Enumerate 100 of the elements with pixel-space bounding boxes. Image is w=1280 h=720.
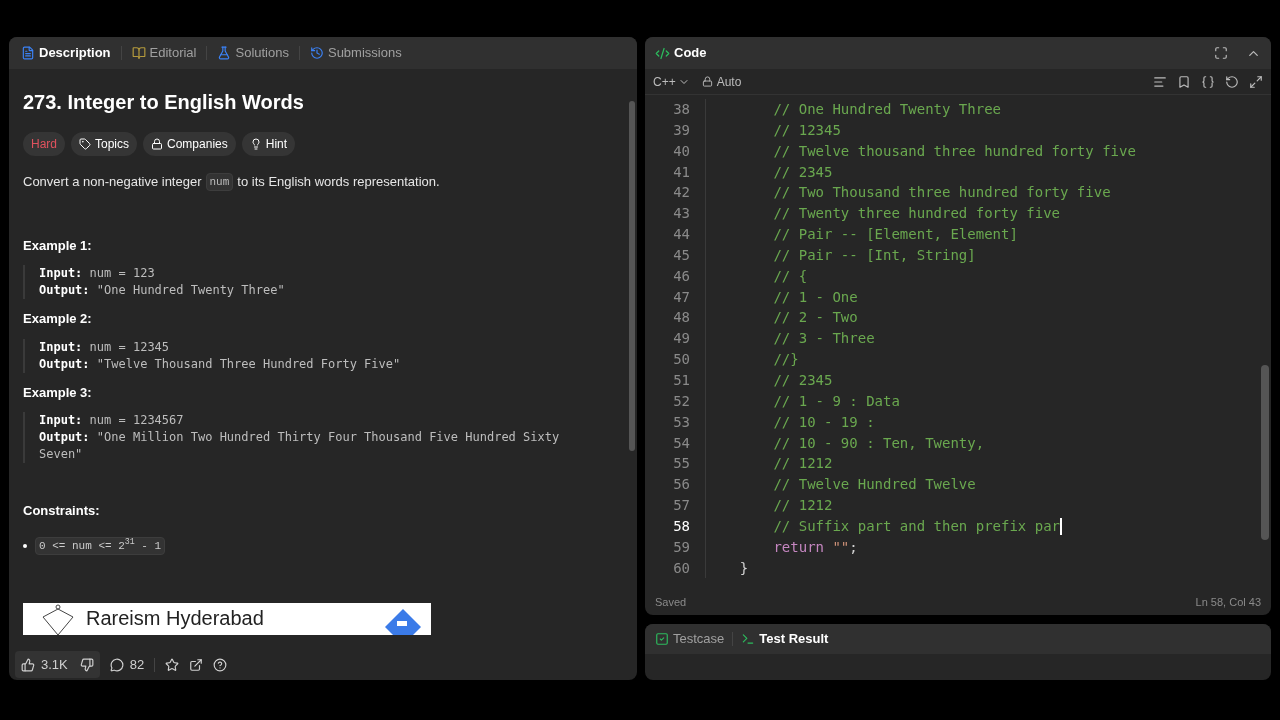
external-link-icon (189, 657, 204, 672)
line-number: 60 (672, 558, 690, 578)
line-number: 59 (672, 537, 690, 557)
braces-button[interactable] (1201, 74, 1215, 89)
code-line: // 1 - One (772, 287, 858, 307)
line-number: 47 (672, 287, 690, 307)
line-number: 57 (672, 496, 690, 516)
comment-icon (109, 657, 124, 672)
line-number: 44 (672, 225, 690, 245)
line-number: 41 (672, 162, 690, 182)
language-select[interactable]: C++ (653, 72, 690, 91)
tag-button[interactable]: Companies (143, 132, 236, 156)
bullet-icon (23, 543, 27, 548)
panel-title: Code (674, 44, 707, 63)
code-line: // Suffix part and then prefix par (772, 516, 1062, 537)
line-number: 45 (672, 245, 690, 265)
history-icon (309, 46, 324, 60)
line-number: 53 (672, 412, 690, 432)
line-number: 42 (672, 183, 690, 203)
ad-title: Rareism Hyderabad (86, 606, 264, 630)
code-line: // 12345 (772, 120, 841, 140)
help-icon (213, 657, 228, 672)
line-number: 49 (672, 329, 690, 349)
code-line: // 2 - Two (772, 308, 858, 328)
code-line: // 10 - 19 : (772, 412, 875, 432)
example-input-text: Input: num = 1234567 (39, 412, 184, 429)
text-cursor (1060, 517, 1062, 535)
tag-button[interactable]: Topics (71, 132, 138, 156)
code-line: } (738, 558, 749, 578)
bookmark-icon (1177, 74, 1191, 89)
reset-button[interactable] (1225, 74, 1239, 89)
braces-icon (1201, 74, 1215, 89)
mode-text: Auto (716, 73, 742, 91)
lightbulb-icon (249, 138, 262, 150)
example-heading: Example 2: (23, 310, 93, 328)
example-input-text: Input: num = 123 (39, 265, 155, 282)
checkbox-icon (655, 632, 669, 646)
line-number: 56 (672, 475, 690, 495)
constraints-heading: Constraints: (23, 502, 101, 520)
line-number: 50 (672, 350, 690, 370)
format-button[interactable] (1153, 74, 1167, 89)
document-icon (21, 46, 35, 60)
line-number: 48 (672, 308, 690, 328)
code-line: // 3 - Three (772, 329, 875, 349)
star-icon (165, 657, 180, 672)
example-output-text: Output: "One Hundred Twenty Three" (39, 282, 286, 299)
line-number: 55 (672, 454, 690, 474)
panel-tab[interactable]: Solutions (217, 43, 289, 63)
panel-tab[interactable]: Testcase (655, 629, 725, 649)
line-number: 54 (672, 433, 690, 453)
line-number: 46 (672, 266, 690, 286)
code-line: //} (772, 350, 799, 370)
flask-icon (217, 46, 232, 60)
share-button[interactable] (189, 657, 204, 672)
thumbs-down-icon (79, 657, 94, 672)
code-line: // 10 - 90 : Ten, Twenty, (772, 433, 985, 453)
example-input-text: Input: num = 12345 (39, 338, 170, 356)
lock-icon (151, 138, 164, 150)
lock-icon (701, 76, 713, 87)
panel-tab[interactable]: Editorial (131, 43, 197, 63)
code-line: // 1212 (772, 496, 833, 516)
line-number: 38 (672, 100, 690, 119)
code-line: // 1212 (772, 454, 833, 474)
code-line: // Pair -- [Element, Element] (772, 225, 1018, 245)
star-button[interactable] (165, 657, 180, 672)
code-line: // Pair -- [Int, String] (772, 245, 976, 265)
undo-icon (1225, 74, 1239, 89)
code-line: // 1 - 9 : Data (772, 391, 900, 411)
code-line: // 2345 (772, 162, 833, 182)
line-number: 40 (672, 141, 690, 161)
tag-button[interactable]: Hint (241, 132, 296, 156)
comments-button[interactable]: 82 (109, 654, 145, 675)
code-line: // 2345 (772, 370, 833, 390)
book-icon (131, 46, 146, 60)
example-heading: Example 1: (23, 236, 93, 255)
line-number: 52 (672, 391, 690, 411)
align-icon (1153, 74, 1167, 89)
code-line: // { (772, 266, 808, 286)
panel-tab[interactable]: Test Result (741, 629, 829, 649)
example-heading: Example 3: (23, 383, 93, 402)
panel-tab[interactable]: Description (21, 43, 111, 63)
save-status: Saved (655, 594, 687, 610)
line-number: 51 (672, 370, 690, 390)
code-line: // Twelve Hundred Twelve (772, 475, 976, 495)
example-output-text: Output: "Twelve Thousand Three Hundred Forty Five" (39, 355, 402, 373)
line-number: 43 (672, 204, 690, 224)
difficulty-tag: Hard (23, 132, 65, 156)
code-line: return ""; (772, 537, 858, 557)
problem-title: 273. Integer to English Words (23, 90, 305, 115)
expand-button[interactable] (1249, 74, 1263, 89)
panel-tab[interactable]: Submissions (309, 43, 402, 63)
code-line: // Two Thousand three hundred forty five (772, 183, 1111, 203)
fullscreen-button[interactable] (1214, 46, 1228, 60)
thumbs-up-icon (21, 657, 35, 672)
terminal-icon (741, 632, 756, 646)
code-line: // Twenty three hundred forty five (772, 204, 1060, 224)
help-button[interactable] (213, 657, 228, 672)
bookmark-button[interactable] (1177, 74, 1191, 89)
line-number: 39 (672, 120, 690, 140)
code-line: // Twelve thousand three hundred forty five (772, 141, 1136, 161)
